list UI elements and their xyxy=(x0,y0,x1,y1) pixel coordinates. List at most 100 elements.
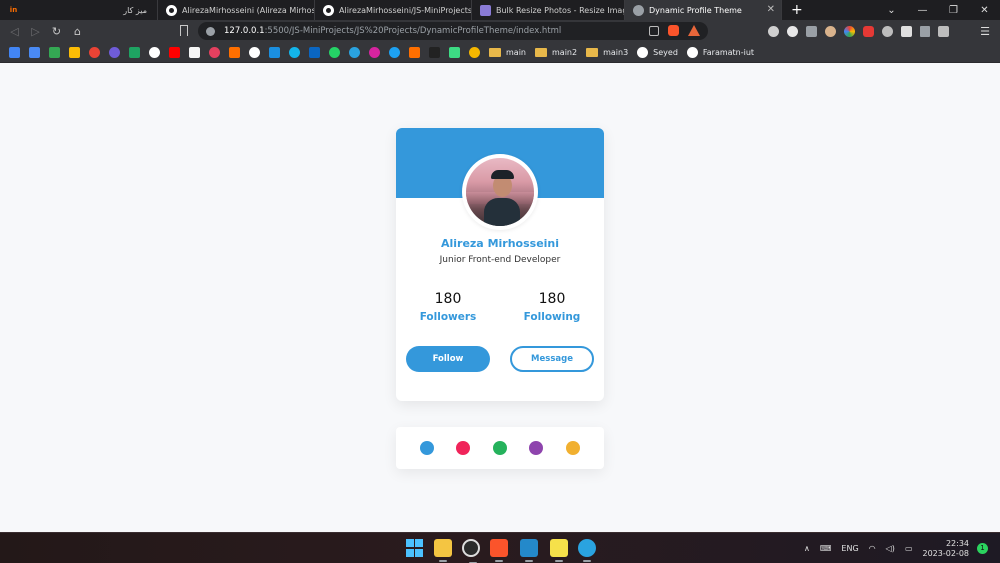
tab-search-icon[interactable]: ⌄ xyxy=(876,5,907,16)
extension-icon[interactable] xyxy=(768,25,779,37)
instagram-icon[interactable] xyxy=(369,46,380,58)
following-count: 180 xyxy=(538,291,566,307)
drive-icon[interactable] xyxy=(69,46,80,58)
vscode-icon[interactable] xyxy=(520,539,538,562)
tab-active[interactable]: Dynamic Profile Theme ✕ xyxy=(625,0,782,20)
bookmark-icon[interactable] xyxy=(89,46,100,58)
bookmark-icon[interactable] xyxy=(469,46,480,58)
following-stat: 180 Following xyxy=(502,290,602,323)
bookmark-icon[interactable] xyxy=(129,46,140,58)
tab-title: Dynamic Profile Theme xyxy=(649,5,742,15)
mail-icon[interactable] xyxy=(269,46,280,58)
color-picker-icon[interactable] xyxy=(844,25,855,37)
profile-card: Alireza Mirhosseini Junior Front-end Dev… xyxy=(396,128,604,401)
folder-icon xyxy=(586,47,599,57)
forward-icon[interactable]: ▷ xyxy=(25,20,46,42)
bookmark-icon[interactable] xyxy=(209,46,220,58)
tab-1[interactable]: in میز کار xyxy=(0,0,158,20)
restore-icon[interactable]: ❐ xyxy=(938,5,969,16)
menu-icon[interactable]: ☰ xyxy=(980,25,990,38)
sticky-notes-icon[interactable] xyxy=(550,539,568,562)
bookmark-icon[interactable] xyxy=(289,46,300,58)
home-icon[interactable]: ⌂ xyxy=(67,20,88,42)
close-window-icon[interactable]: ✕ xyxy=(969,5,1000,16)
telegram-icon[interactable] xyxy=(578,539,596,562)
puzzle-icon[interactable] xyxy=(901,25,912,37)
url-bar[interactable]: 127.0.0.1:5500/JS-MiniProjects/JS%20Proj… xyxy=(198,22,708,40)
bookmarks-bar: main main2 main3 Seyed Faramatn-iut xyxy=(0,42,1000,63)
extension-icon[interactable] xyxy=(863,25,874,37)
google-icon[interactable] xyxy=(149,46,160,58)
extension-icon[interactable] xyxy=(825,25,836,37)
github-icon xyxy=(166,4,177,16)
brave-browser-icon[interactable] xyxy=(490,539,508,562)
clock[interactable]: 22:34 2023-02-08 xyxy=(923,539,970,559)
keyboard-icon[interactable]: ⌨ xyxy=(820,544,832,553)
tab-3[interactable]: AlirezaMirhosseini/JS-MiniProjects: so xyxy=(315,0,472,20)
follow-button[interactable]: Follow xyxy=(406,346,490,372)
drive-icon[interactable] xyxy=(49,46,60,58)
language-indicator[interactable]: ENG xyxy=(841,544,858,553)
telegram-icon[interactable] xyxy=(349,46,360,58)
tab-title: AlirezaMirhosseini (Alireza Mirhosseini) xyxy=(182,5,315,15)
chevron-up-icon[interactable]: ∧ xyxy=(804,544,810,553)
profile-name: Alireza Mirhosseini xyxy=(440,237,560,250)
tab-4[interactable]: Bulk Resize Photos - Resize Images xyxy=(472,0,625,20)
whatsapp-icon[interactable] xyxy=(329,46,340,58)
battery-icon[interactable]: ▭ xyxy=(905,544,913,553)
followers-stat: 180 Followers xyxy=(398,290,498,323)
invision-icon[interactable] xyxy=(229,46,240,58)
message-button[interactable]: Message xyxy=(510,346,594,372)
twitter-icon[interactable] xyxy=(389,46,400,58)
back-icon[interactable]: ◁ xyxy=(4,20,25,42)
wallet-icon[interactable] xyxy=(938,25,949,37)
media-player-icon[interactable] xyxy=(462,539,480,563)
docs-icon[interactable] xyxy=(29,46,40,58)
system-tray: ∧ ⌨ ENG ◠ ◁) ▭ 22:34 2023-02-08 1 xyxy=(804,533,1000,563)
address-toolbar: ◁ ▷ ↻ ⌂ 127.0.0.1:5500/JS-MiniProjects/J… xyxy=(0,20,1000,42)
extension-icon[interactable] xyxy=(787,25,798,37)
bookmark-icon[interactable] xyxy=(9,46,20,58)
notification-badge[interactable]: 1 xyxy=(977,543,988,554)
mail-icon[interactable] xyxy=(806,25,817,37)
bookmark-folder-main3[interactable]: main3 xyxy=(586,47,628,57)
theme-swatch-orange[interactable] xyxy=(566,441,580,455)
bookmark-icon[interactable] xyxy=(180,25,188,36)
bookmark-folder-main2[interactable]: main2 xyxy=(535,47,577,57)
invision-icon[interactable] xyxy=(409,46,420,58)
bookmark-icon[interactable] xyxy=(189,46,200,58)
linkedin-icon[interactable] xyxy=(309,46,320,58)
bookmark-link-faramatn[interactable]: Faramatn-iut xyxy=(686,46,754,58)
theme-swatch-blue[interactable] xyxy=(420,441,434,455)
new-tab-button[interactable]: + xyxy=(782,0,812,20)
bookmark-icon[interactable] xyxy=(449,46,460,58)
volume-icon[interactable]: ◁) xyxy=(886,544,895,553)
theme-swatch-green[interactable] xyxy=(493,441,507,455)
github-icon xyxy=(323,4,334,16)
folder-icon xyxy=(535,47,547,57)
github-icon xyxy=(637,46,649,58)
gear-icon[interactable] xyxy=(882,25,893,37)
github-icon[interactable] xyxy=(249,46,260,58)
share-icon[interactable] xyxy=(649,25,659,36)
wifi-icon[interactable]: ◠ xyxy=(869,544,876,553)
home-icon[interactable] xyxy=(429,46,440,58)
bookmark-link-seyed[interactable]: Seyed xyxy=(637,46,678,58)
minimize-icon[interactable]: — xyxy=(907,5,938,16)
theme-swatch-red[interactable] xyxy=(456,441,470,455)
theme-swatch-purple[interactable] xyxy=(529,441,543,455)
sidebar-icon[interactable] xyxy=(920,25,930,37)
youtube-icon[interactable] xyxy=(169,46,180,58)
brave-shields-icon[interactable] xyxy=(668,25,679,36)
tab-2[interactable]: AlirezaMirhosseini (Alireza Mirhosseini) xyxy=(158,0,315,20)
brave-rewards-icon[interactable] xyxy=(688,25,700,36)
bookmark-folder-main[interactable]: main xyxy=(489,47,526,57)
following-label: Following xyxy=(523,311,581,323)
start-button[interactable] xyxy=(406,539,424,557)
reload-icon[interactable]: ↻ xyxy=(46,20,67,42)
close-tab-icon[interactable]: ✕ xyxy=(767,4,775,15)
site-info-icon[interactable] xyxy=(206,26,215,36)
file-explorer-icon[interactable] xyxy=(434,539,452,562)
mastodon-icon[interactable] xyxy=(109,46,120,58)
invision-icon: in xyxy=(9,6,18,14)
